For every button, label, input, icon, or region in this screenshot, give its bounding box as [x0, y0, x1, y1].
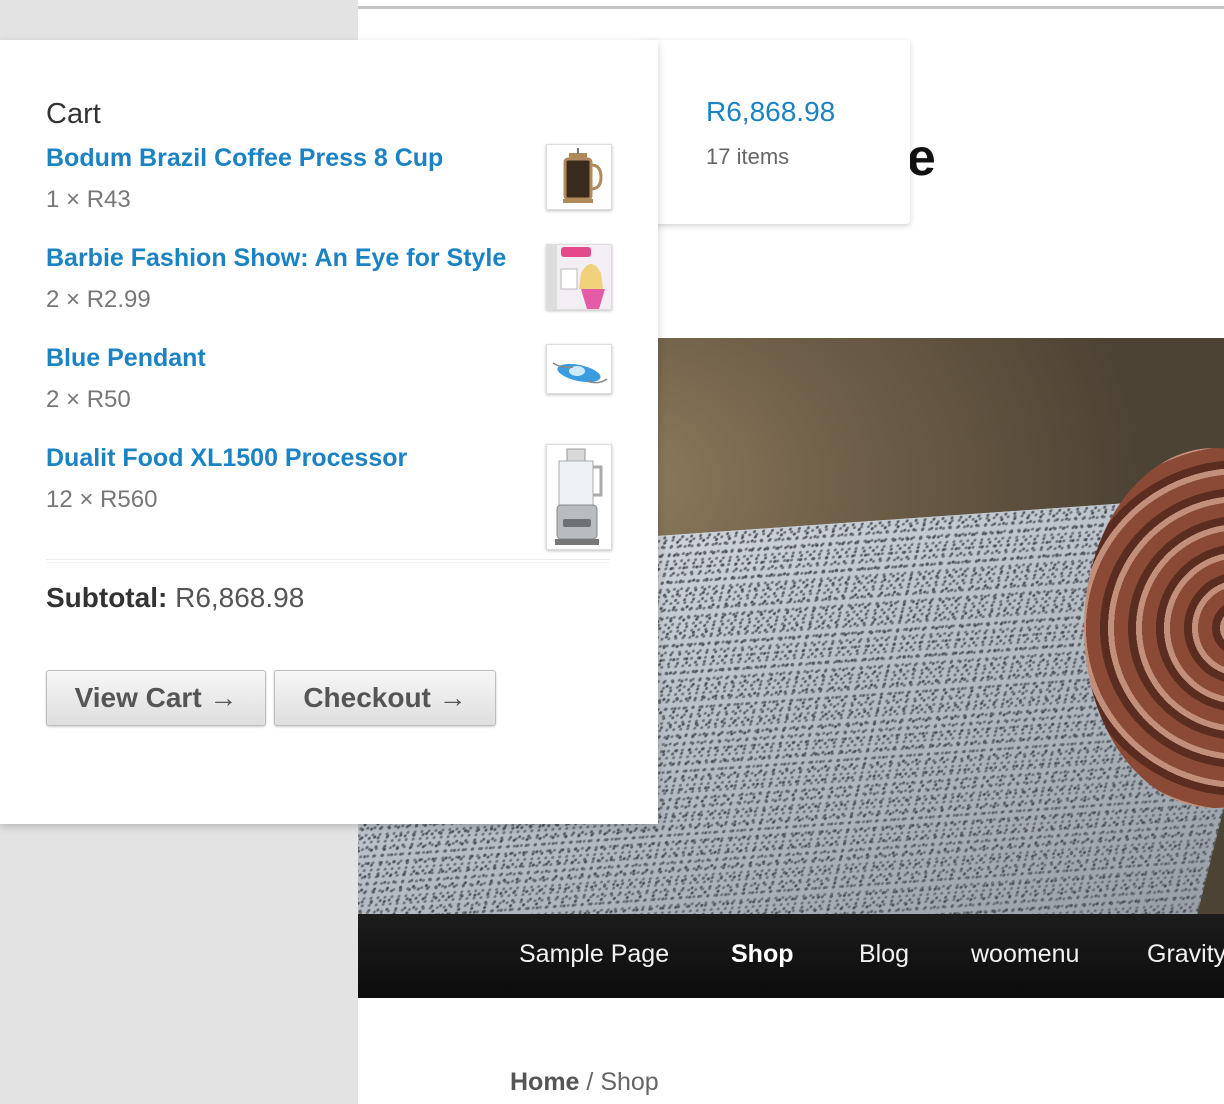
cart-item-count: 17 items: [706, 144, 790, 169]
breadcrumb-separator: /: [579, 1068, 601, 1096]
coffee-press-icon[interactable]: [546, 144, 612, 210]
view-cart-button[interactable]: View Cart →: [46, 670, 266, 726]
cart-item-name[interactable]: Dualit Food XL1500 Processor: [46, 444, 407, 473]
mini-cart-title: Cart: [46, 98, 101, 130]
cart-item-name[interactable]: Blue Pendant: [46, 344, 206, 373]
breadcrumb-home[interactable]: Home: [510, 1068, 579, 1096]
cart-subtotal: Subtotal: R6,868.98: [46, 582, 304, 614]
nav-item-blog[interactable]: Blog: [859, 940, 909, 969]
subtotal-label: Subtotal:: [46, 582, 168, 613]
nav-item-woomenu[interactable]: woomenu: [971, 940, 1079, 969]
checkout-button[interactable]: Checkout →: [274, 670, 496, 726]
food-processor-icon[interactable]: [546, 444, 612, 550]
top-border: [358, 6, 1224, 9]
cart-summary[interactable]: R6,868.98 17 items: [640, 40, 910, 224]
nav-item-shop[interactable]: Shop: [731, 940, 794, 969]
cart-total[interactable]: R6,868.98: [706, 96, 835, 128]
cart-divider: [46, 559, 610, 563]
cart-item-name[interactable]: Bodum Brazil Coffee Press 8 Cup: [46, 144, 443, 173]
cart-item-quantity: 2 × R2.99: [46, 286, 151, 313]
game-box-icon[interactable]: [546, 244, 612, 310]
subtotal-value: R6,868.98: [167, 582, 305, 613]
main-navigation: Sample Page Shop Blog woomenu Gravity: [358, 914, 1224, 998]
nav-item-sample-page[interactable]: Sample Page: [519, 940, 669, 969]
nav-item-gravity[interactable]: Gravity: [1147, 940, 1224, 969]
breadcrumb-current: Shop: [600, 1068, 659, 1096]
breadcrumb: Home / Shop: [510, 1068, 659, 1097]
cart-item-quantity: 12 × R560: [46, 486, 158, 513]
cart-item-quantity: 1 × R43: [46, 186, 131, 213]
mini-cart-dropdown: Cart Bodum Brazil Coffee Press 8 Cup 1 ×…: [0, 40, 658, 824]
cart-item-quantity: 2 × R50: [46, 386, 131, 413]
pendant-icon[interactable]: [546, 344, 612, 394]
cart-item-name[interactable]: Barbie Fashion Show: An Eye for Style: [46, 244, 506, 273]
